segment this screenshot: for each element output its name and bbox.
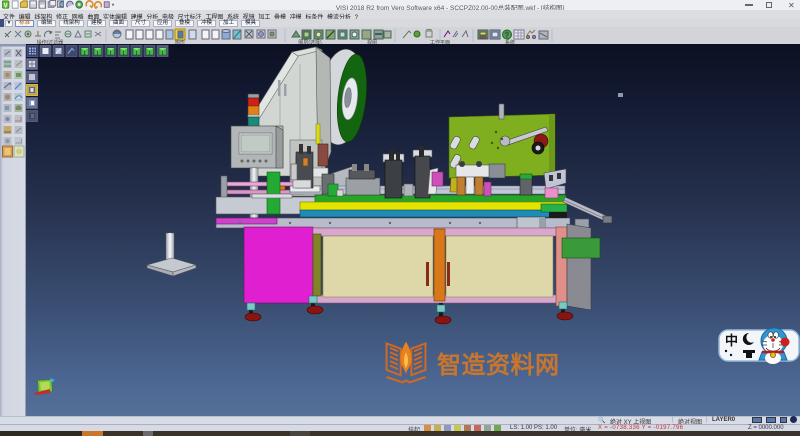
svg-text:中: 中 <box>725 333 738 348</box>
svg-text:?: ? <box>505 32 509 39</box>
svg-text:▾: ▾ <box>112 2 115 8</box>
